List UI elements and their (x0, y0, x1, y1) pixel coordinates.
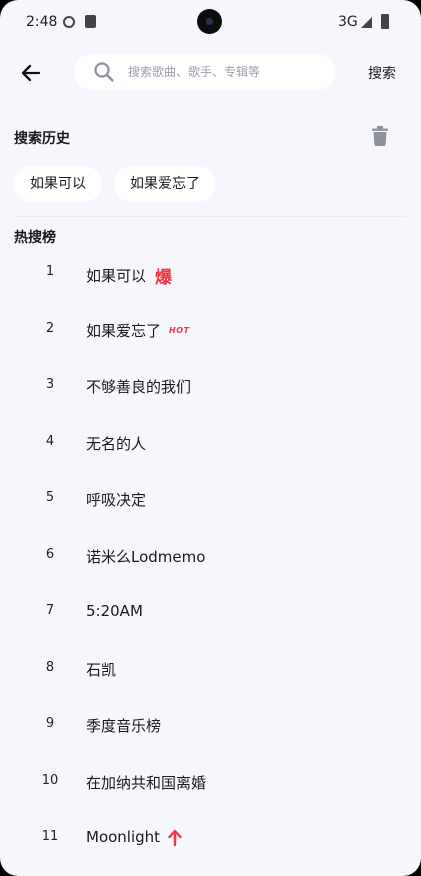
history-chip[interactable]: 如果爱忘了 (114, 166, 216, 202)
search-icon (94, 62, 114, 82)
rank-number: 4 (45, 433, 55, 449)
clear-history-button[interactable] (370, 125, 390, 147)
hot-list-item[interactable]: 3 不够善良的我们 (0, 357, 421, 414)
history-title: 搜索历史 (14, 131, 70, 147)
song-title: 如果爱忘了 (86, 321, 162, 340)
status-time: 2:48 (26, 14, 58, 30)
app-screen: 2:48 3G 搜索 搜索历史 如果可以 如果爱忘了 热搜榜 (0, 0, 421, 876)
search-button[interactable]: 搜索 (368, 63, 396, 83)
hot-list-item[interactable]: 7 5:20AM (0, 583, 421, 640)
back-button[interactable] (18, 60, 44, 86)
search-input[interactable] (128, 61, 328, 83)
song-title: 无名的人 (86, 434, 147, 453)
hot-list-item[interactable]: 9 季度音乐榜 (0, 696, 421, 753)
trash-icon (372, 126, 388, 146)
hot-list-item[interactable]: 8 石凯 (0, 640, 421, 697)
song-title: 5:20AM (86, 602, 143, 620)
status-bar: 2:48 3G (0, 0, 421, 44)
rank-number: 11 (41, 829, 59, 844)
hot-list-item[interactable]: 11 Moonlight (0, 809, 421, 866)
song-title: 不够善良的我们 (86, 378, 192, 396)
rank-number: 3 (45, 377, 55, 392)
song-title: Moonlight (86, 828, 161, 846)
hot-list-item[interactable]: 6 诺米么Lodmemo (0, 527, 421, 584)
divider (14, 216, 405, 217)
arrow-left-icon (21, 64, 41, 82)
rank-number: 1 (45, 264, 55, 279)
song-title: 如果可以 (86, 267, 147, 285)
rank-number: 6 (45, 546, 55, 562)
song-title: 季度音乐榜 (86, 717, 162, 735)
hot-list-item[interactable]: 5 呼吸决定 (0, 470, 421, 527)
song-title: 诺米么Lodmemo (86, 547, 206, 566)
history-chip[interactable]: 如果可以 (14, 166, 102, 202)
sd-card-icon (85, 15, 96, 28)
hot-list-item[interactable]: 1 如果可以 爆 (0, 244, 421, 301)
history-chips: 如果可以 如果爱忘了 (14, 166, 216, 202)
signal-icon (361, 17, 372, 28)
front-camera (197, 9, 222, 34)
search-box[interactable] (74, 54, 336, 90)
hot-list-item[interactable]: 4 无名的人 (0, 414, 421, 471)
rank-number: 10 (41, 772, 59, 788)
hot-list-item[interactable]: 2 如果爱忘了 HOT (0, 301, 421, 358)
hot-list: 1 如果可以 爆 2 如果爱忘了 HOT 3 不够善良的我们 4 无名的人 5 … (0, 244, 421, 866)
song-title: 呼吸决定 (86, 491, 147, 509)
rank-number: 5 (45, 490, 55, 505)
hot-list-item[interactable]: 10 在加纳共和国离婚 (0, 753, 421, 810)
song-title: 在加纳共和国离婚 (86, 773, 207, 792)
rank-number: 2 (45, 320, 55, 336)
trending-up-icon (168, 829, 182, 846)
hot-badge: HOT (169, 325, 190, 335)
network-type: 3G (338, 14, 358, 30)
rank-number: 7 (45, 603, 55, 618)
rank-number: 8 (45, 659, 55, 675)
battery-icon (381, 14, 389, 29)
explosive-badge: 爆 (155, 268, 173, 288)
rank-number: 9 (45, 716, 55, 731)
song-title: 石凯 (86, 660, 117, 679)
notification-icon (63, 16, 75, 28)
